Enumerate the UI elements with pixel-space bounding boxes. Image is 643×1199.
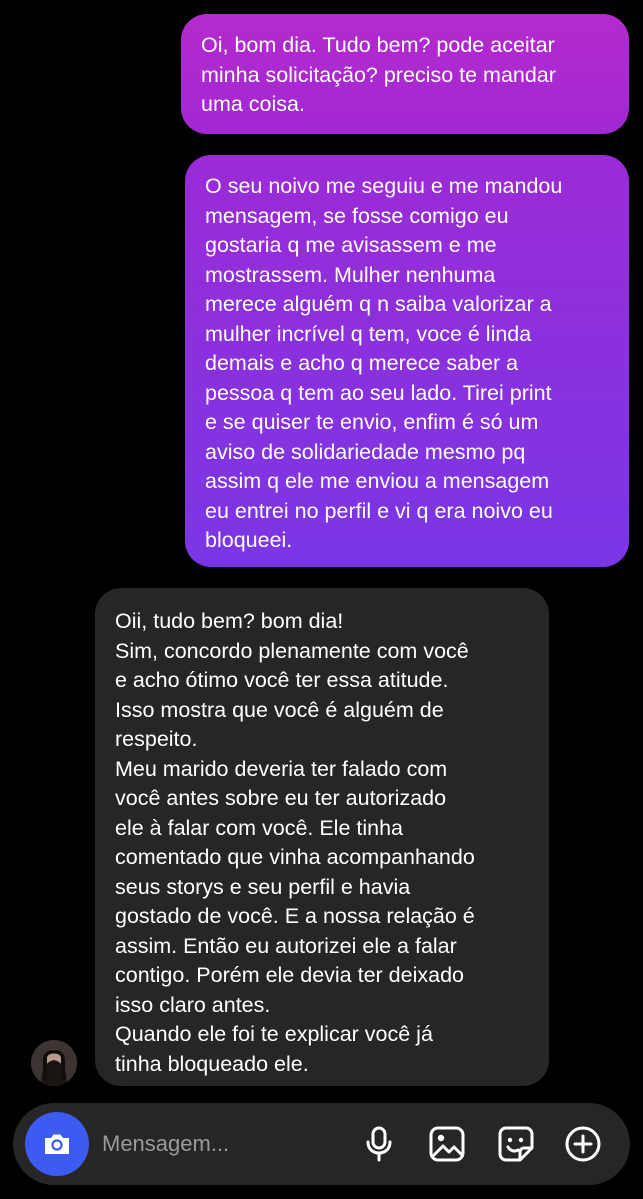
add-button[interactable]: [563, 1124, 603, 1164]
avatar-photo: [31, 1040, 77, 1086]
incoming-message-bubble[interactable]: Oii, tudo bem? bom dia! Sim, concordo pl…: [95, 588, 549, 1086]
microphone-icon: [366, 1126, 392, 1162]
camera-icon: [45, 1134, 69, 1154]
camera-button[interactable]: [25, 1112, 89, 1176]
sticker-icon: [498, 1126, 534, 1162]
message-composer: Mensagem...: [13, 1103, 630, 1185]
microphone-button[interactable]: [359, 1124, 399, 1164]
gallery-button[interactable]: [427, 1124, 467, 1164]
gallery-icon: [429, 1126, 465, 1162]
add-circle-icon: [565, 1126, 601, 1162]
outgoing-message-bubble[interactable]: Oi, bom dia. Tudo bem? pode aceitar minh…: [181, 14, 629, 134]
contact-avatar[interactable]: [31, 1040, 77, 1086]
sticker-button[interactable]: [496, 1124, 536, 1164]
outgoing-message-bubble[interactable]: O seu noivo me seguiu e me mandou mensag…: [185, 155, 629, 567]
message-input[interactable]: Mensagem...: [102, 1129, 229, 1159]
